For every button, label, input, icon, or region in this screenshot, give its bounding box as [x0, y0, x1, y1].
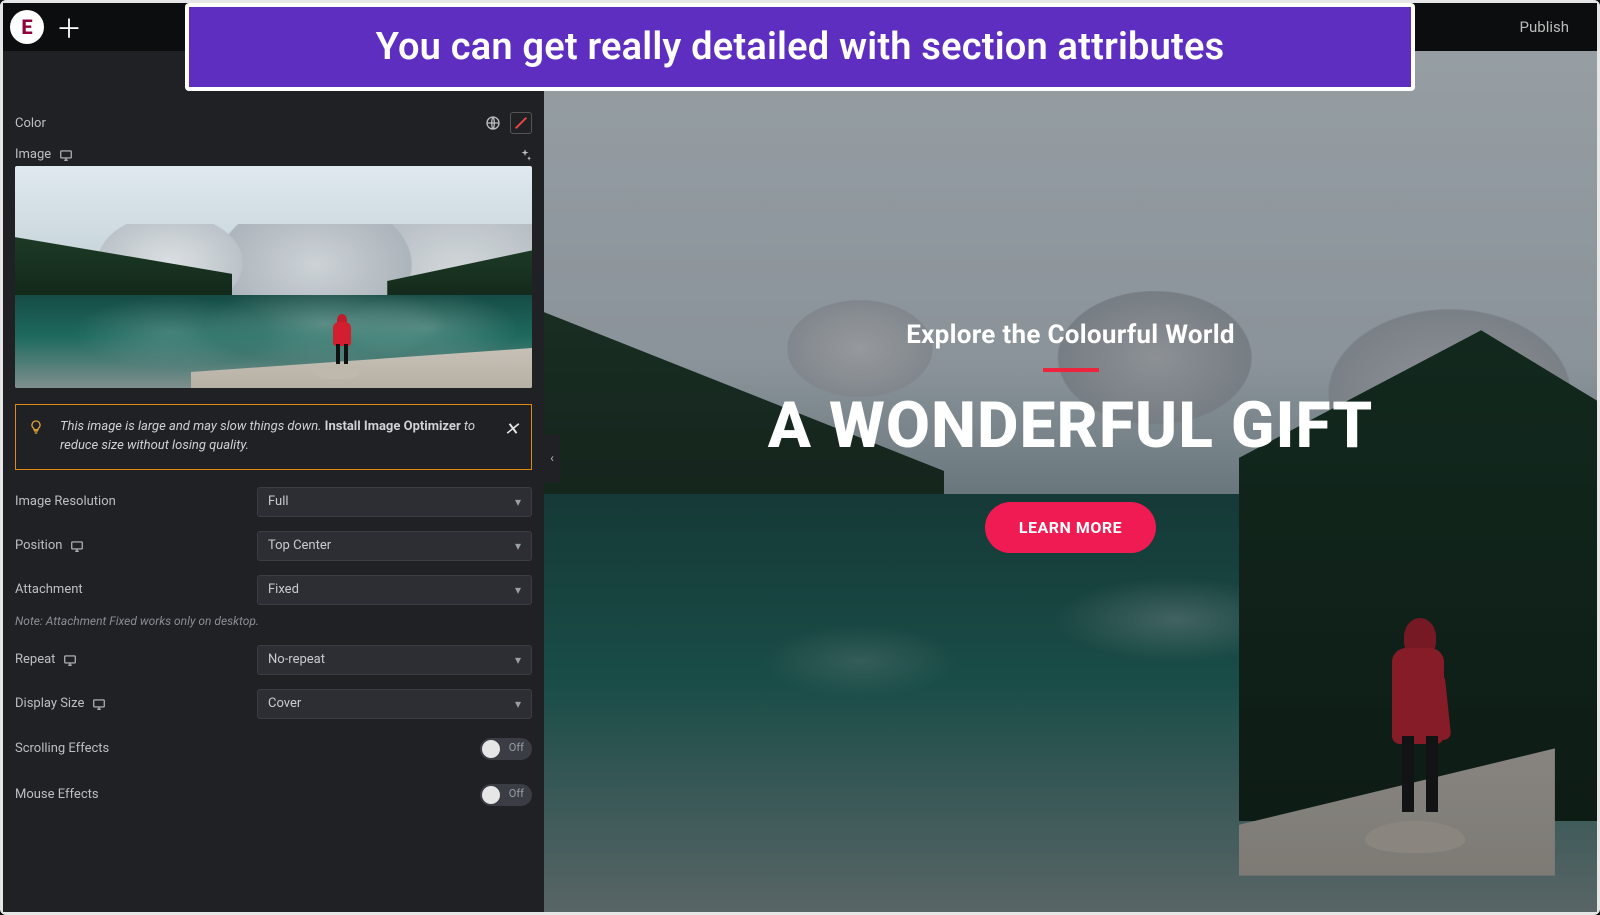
hero-content: Explore the Colourful World A WONDERFUL …	[544, 320, 1597, 553]
attachment-select[interactable]: Fixed▾	[257, 575, 532, 605]
display-size-row: Display Size Cover▾	[3, 682, 544, 726]
lightbulb-icon	[28, 419, 44, 435]
color-row: Color	[3, 105, 544, 141]
elementor-logo[interactable]: E	[3, 3, 51, 51]
hero-headline: A WONDERFUL GIFT	[544, 394, 1597, 458]
publish-button[interactable]: Publish	[1492, 3, 1597, 51]
chevron-down-icon: ▾	[515, 583, 521, 597]
repeat-select[interactable]: No-repeat▾	[257, 645, 532, 675]
tip-text: This image is large and may slow things …	[60, 419, 475, 453]
preview-canvas[interactable]: Explore the Colourful World A WONDERFUL …	[544, 3, 1597, 912]
display-size-select[interactable]: Cover▾	[257, 689, 532, 719]
globe-icon[interactable]	[482, 112, 504, 134]
chevron-down-icon: ▾	[515, 697, 521, 711]
app-root: E ＋ Publish You can get really detailed …	[0, 0, 1600, 915]
color-label: Color	[15, 116, 46, 131]
mouse-effects-toggle[interactable]: Off	[480, 784, 532, 806]
style-panel: Color Image	[3, 3, 544, 912]
panel-collapse-button[interactable]: ‹	[544, 434, 560, 482]
close-icon[interactable]: ✕	[504, 417, 519, 443]
attachment-note: Note: Attachment Fixed works only on des…	[3, 612, 544, 638]
annotation-banner: You can get really detailed with section…	[185, 3, 1415, 91]
chevron-down-icon: ▾	[515, 495, 521, 509]
chevron-down-icon: ▾	[515, 653, 521, 667]
mouse-effects-row: Mouse Effects Off	[3, 772, 544, 818]
image-optimizer-tip: This image is large and may slow things …	[15, 404, 532, 470]
sparkle-icon[interactable]	[518, 148, 532, 162]
attachment-row: Attachment Fixed▾	[3, 568, 544, 612]
hero-section: Explore the Colourful World A WONDERFUL …	[544, 3, 1597, 912]
color-clear-icon[interactable]	[510, 112, 532, 134]
scrolling-effects-row: Scrolling Effects Off	[3, 726, 544, 772]
image-resolution-select[interactable]: Full▾	[257, 487, 532, 517]
scrolling-effects-label: Scrolling Effects	[15, 741, 480, 756]
repeat-row: Repeat No-repeat▾	[3, 638, 544, 682]
position-select[interactable]: Top Center▾	[257, 531, 532, 561]
display-size-label: Display Size	[15, 696, 84, 711]
position-label: Position	[15, 538, 62, 553]
desktop-icon[interactable]	[70, 539, 84, 553]
add-element-button[interactable]: ＋	[51, 9, 87, 46]
background-image-preview[interactable]	[15, 166, 532, 388]
chevron-down-icon: ▾	[515, 539, 521, 553]
hero-subtitle: Explore the Colourful World	[544, 320, 1597, 350]
image-label: Image	[15, 147, 51, 162]
position-row: Position Top Center▾	[3, 524, 544, 568]
hero-divider	[1043, 368, 1099, 372]
desktop-icon[interactable]	[59, 148, 73, 162]
mouse-effects-label: Mouse Effects	[15, 787, 480, 802]
learn-more-button[interactable]: LEARN MORE	[985, 502, 1156, 553]
desktop-icon[interactable]	[92, 697, 106, 711]
image-resolution-row: Image Resolution Full▾	[3, 480, 544, 524]
image-row: Image	[3, 141, 544, 166]
desktop-icon[interactable]	[63, 653, 77, 667]
repeat-label: Repeat	[15, 652, 55, 667]
scrolling-effects-toggle[interactable]: Off	[480, 738, 532, 760]
image-resolution-label: Image Resolution	[15, 494, 116, 509]
elementor-logo-icon: E	[10, 10, 44, 44]
attachment-label: Attachment	[15, 582, 83, 597]
